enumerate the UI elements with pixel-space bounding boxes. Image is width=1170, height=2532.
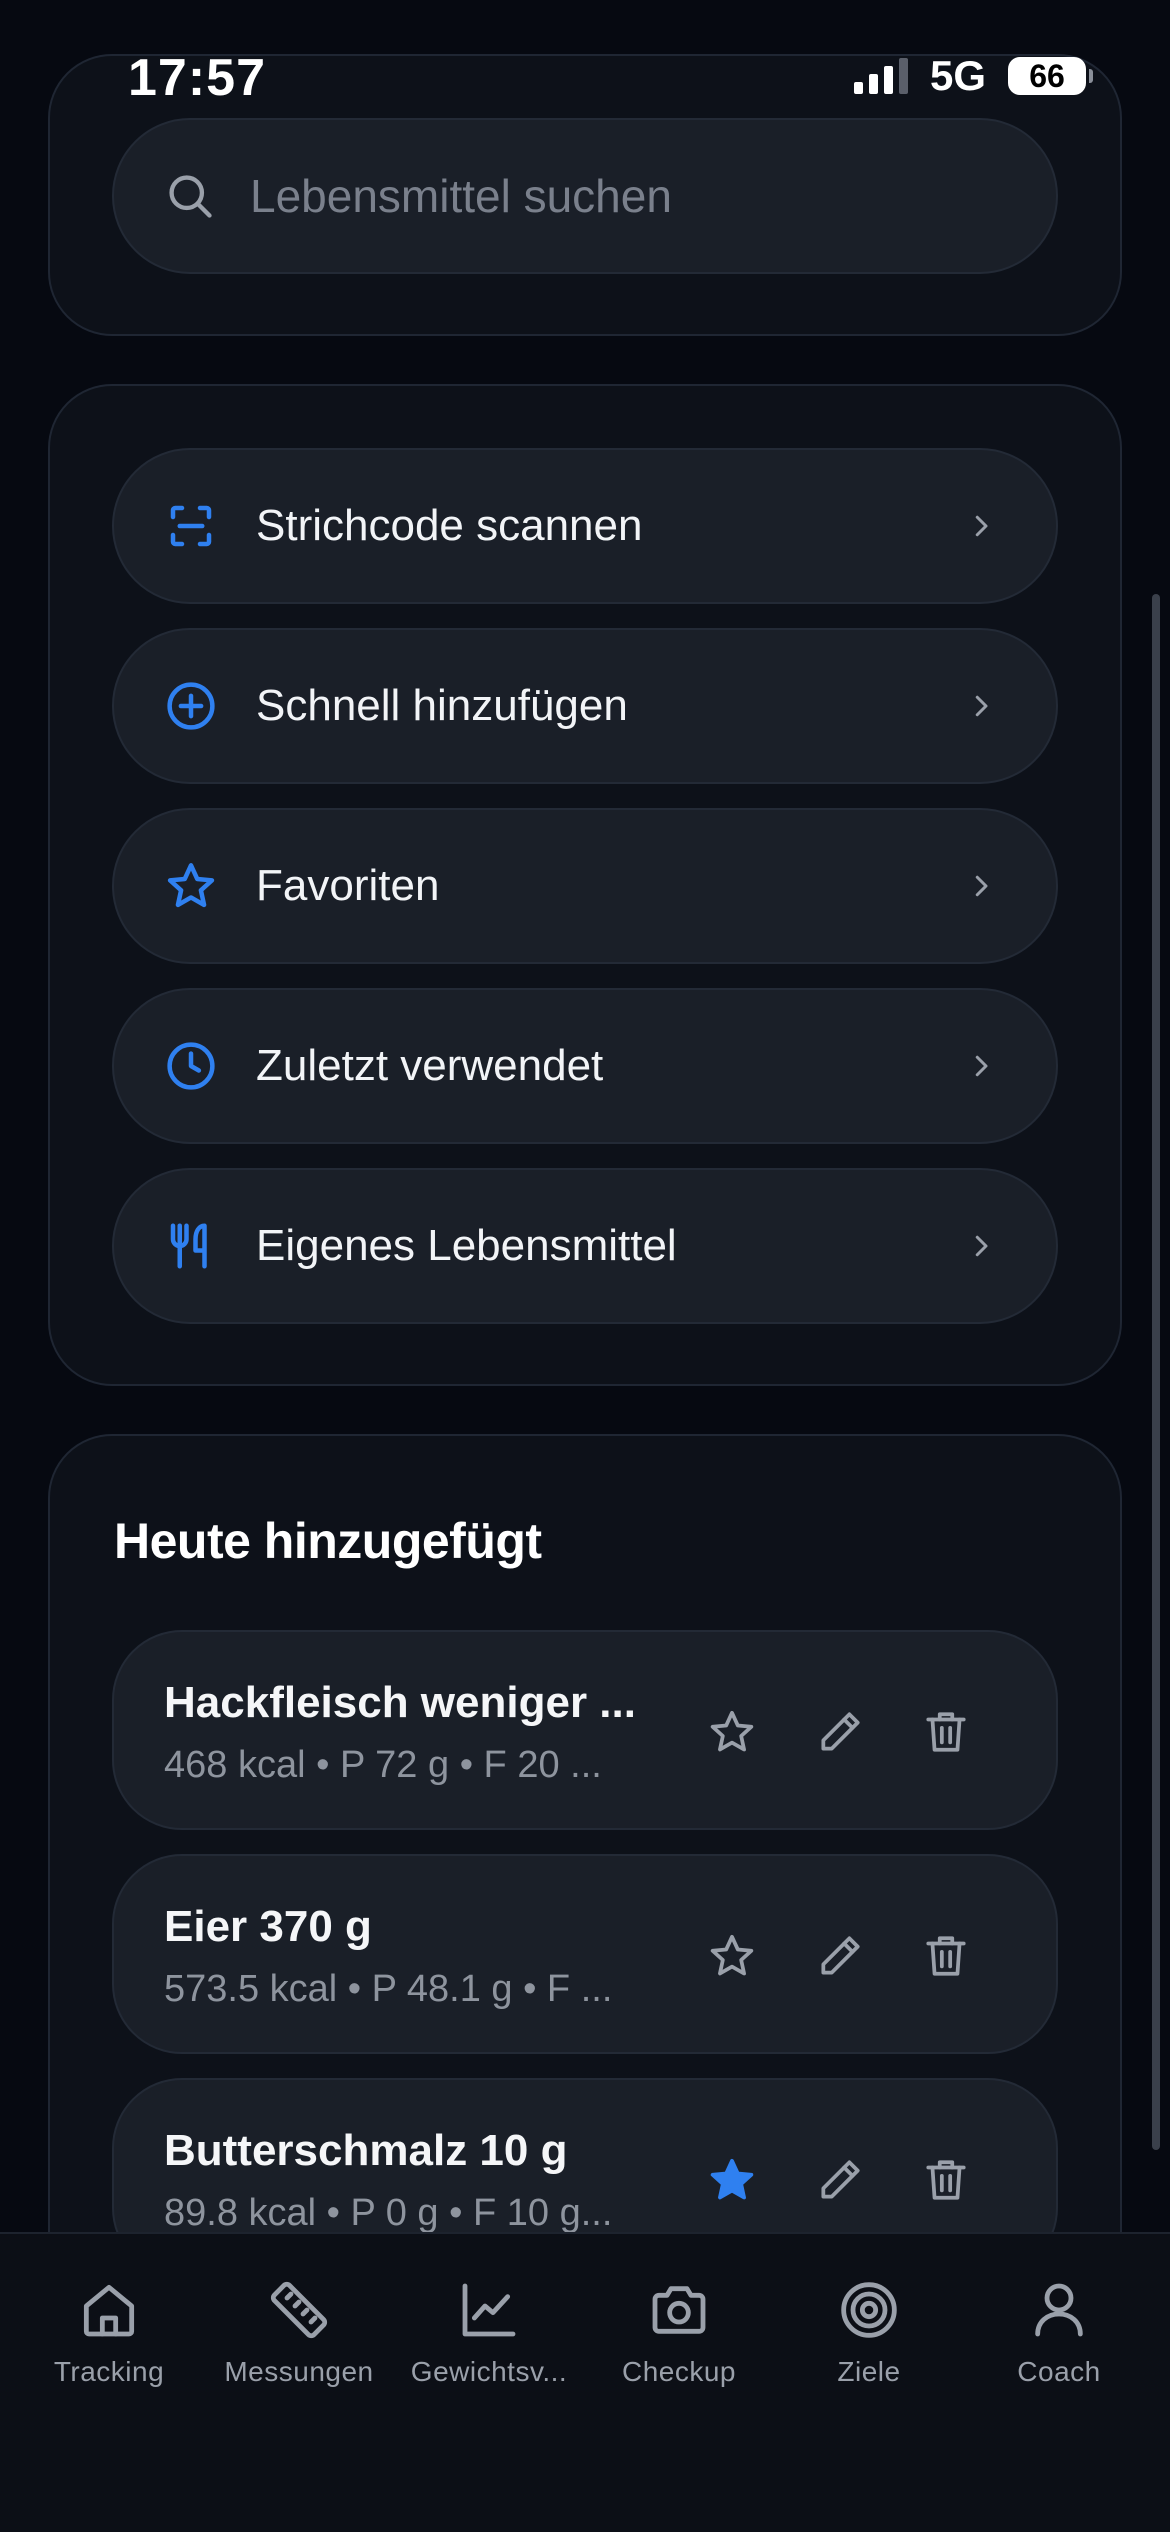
- entry-summary: 468 kcal • P 72 g • F 20 ...: [164, 1744, 602, 1786]
- entry-name: Butterschmalz 10 g: [164, 2126, 568, 2175]
- tab-coach[interactable]: Coach: [964, 2278, 1154, 2388]
- person-icon: [1035, 2283, 1083, 2337]
- tab-measurements[interactable]: Messungen: [204, 2278, 394, 2388]
- search-icon: [169, 175, 212, 218]
- favorite-star-icon[interactable]: [704, 1928, 760, 1984]
- action-label: Strichcode scannen: [256, 501, 643, 550]
- status-bar: 17:57 5G 66: [0, 0, 1170, 150]
- tab-label: Coach: [1017, 2356, 1101, 2387]
- tab-checkup[interactable]: Checkup: [584, 2278, 774, 2388]
- action-label: Favoriten: [256, 861, 440, 910]
- quick-actions-card: Strichcode scannen Schnell hinzufügen Fa…: [48, 384, 1122, 1386]
- status-indicators: 5G 66: [853, 52, 1093, 100]
- tab-tracking[interactable]: Tracking: [14, 2278, 204, 2388]
- tab-bar: Tracking Messungen Gewichtsv... Checkup: [0, 2232, 1170, 2532]
- pencil-icon[interactable]: [812, 2152, 868, 2208]
- pencil-icon[interactable]: [812, 1704, 868, 1760]
- action-recently-used[interactable]: Zuletzt verwendet: [112, 988, 1058, 1144]
- ruler-icon: [270, 2281, 328, 2339]
- chevron-right-icon: [975, 1235, 988, 1257]
- tab-label: Gewichtsv...: [410, 2356, 568, 2387]
- camera-icon: [652, 2286, 706, 2334]
- home-icon: [83, 2284, 135, 2337]
- action-quick-add[interactable]: Schnell hinzufügen: [112, 628, 1058, 784]
- tab-label: Tracking: [53, 2356, 165, 2387]
- target-icon: [841, 2282, 897, 2338]
- food-entry[interactable]: Hackfleisch weniger ... 468 kcal • P 72 …: [112, 1630, 1058, 1830]
- tab-label: Ziele: [837, 2356, 901, 2387]
- tab-weight-progress[interactable]: Gewichtsv...: [394, 2278, 584, 2388]
- signal-icon: [853, 58, 908, 94]
- favorite-star-icon[interactable]: [704, 1704, 760, 1760]
- fork-knife-icon: [164, 1219, 218, 1273]
- action-favorites[interactable]: Favoriten: [112, 808, 1058, 964]
- network-type: 5G: [929, 52, 986, 99]
- star-icon: [164, 859, 218, 913]
- plus-circle-icon: [164, 679, 218, 733]
- trash-icon[interactable]: [918, 1704, 974, 1760]
- tab-goals[interactable]: Ziele: [774, 2278, 964, 2388]
- chevron-right-icon: [975, 515, 988, 537]
- chart-line-icon: [462, 2283, 516, 2337]
- status-time: 17:57: [128, 49, 266, 107]
- barcode-scan-icon: [164, 499, 218, 553]
- battery-level: 66: [1029, 57, 1065, 94]
- entry-summary: 89.8 kcal • P 0 g • F 10 g...: [164, 2192, 613, 2234]
- chevron-right-icon: [975, 695, 988, 717]
- tab-label: Messungen: [224, 2356, 374, 2387]
- action-barcode-scan[interactable]: Strichcode scannen: [112, 448, 1058, 604]
- trash-icon[interactable]: [918, 1928, 974, 1984]
- screen: 17:57 5G 66 Strich: [0, 0, 1170, 2532]
- action-custom-food[interactable]: Eigenes Lebensmittel: [112, 1168, 1058, 1324]
- action-label: Schnell hinzufügen: [256, 681, 628, 730]
- search-input[interactable]: [250, 169, 1056, 223]
- chevron-right-icon: [975, 875, 988, 897]
- food-entry[interactable]: Eier 370 g 573.5 kcal • P 48.1 g • F ...: [112, 1854, 1058, 2054]
- trash-icon[interactable]: [918, 2152, 974, 2208]
- tab-label: Checkup: [621, 2356, 736, 2387]
- entry-name: Eier 370 g: [164, 1902, 372, 1951]
- action-label: Zuletzt verwendet: [256, 1041, 604, 1090]
- battery-icon: 66: [1008, 57, 1093, 95]
- favorite-star-filled-icon[interactable]: [704, 2152, 760, 2208]
- scrollbar[interactable]: [1152, 594, 1160, 2150]
- section-title: Heute hinzugefügt: [114, 1513, 542, 1569]
- entry-name: Hackfleisch weniger ...: [164, 1678, 636, 1727]
- entry-summary: 573.5 kcal • P 48.1 g • F ...: [164, 1968, 613, 2010]
- action-label: Eigenes Lebensmittel: [256, 1221, 677, 1270]
- chevron-right-icon: [975, 1055, 988, 1077]
- pencil-icon[interactable]: [812, 1928, 868, 1984]
- clock-icon: [164, 1039, 218, 1093]
